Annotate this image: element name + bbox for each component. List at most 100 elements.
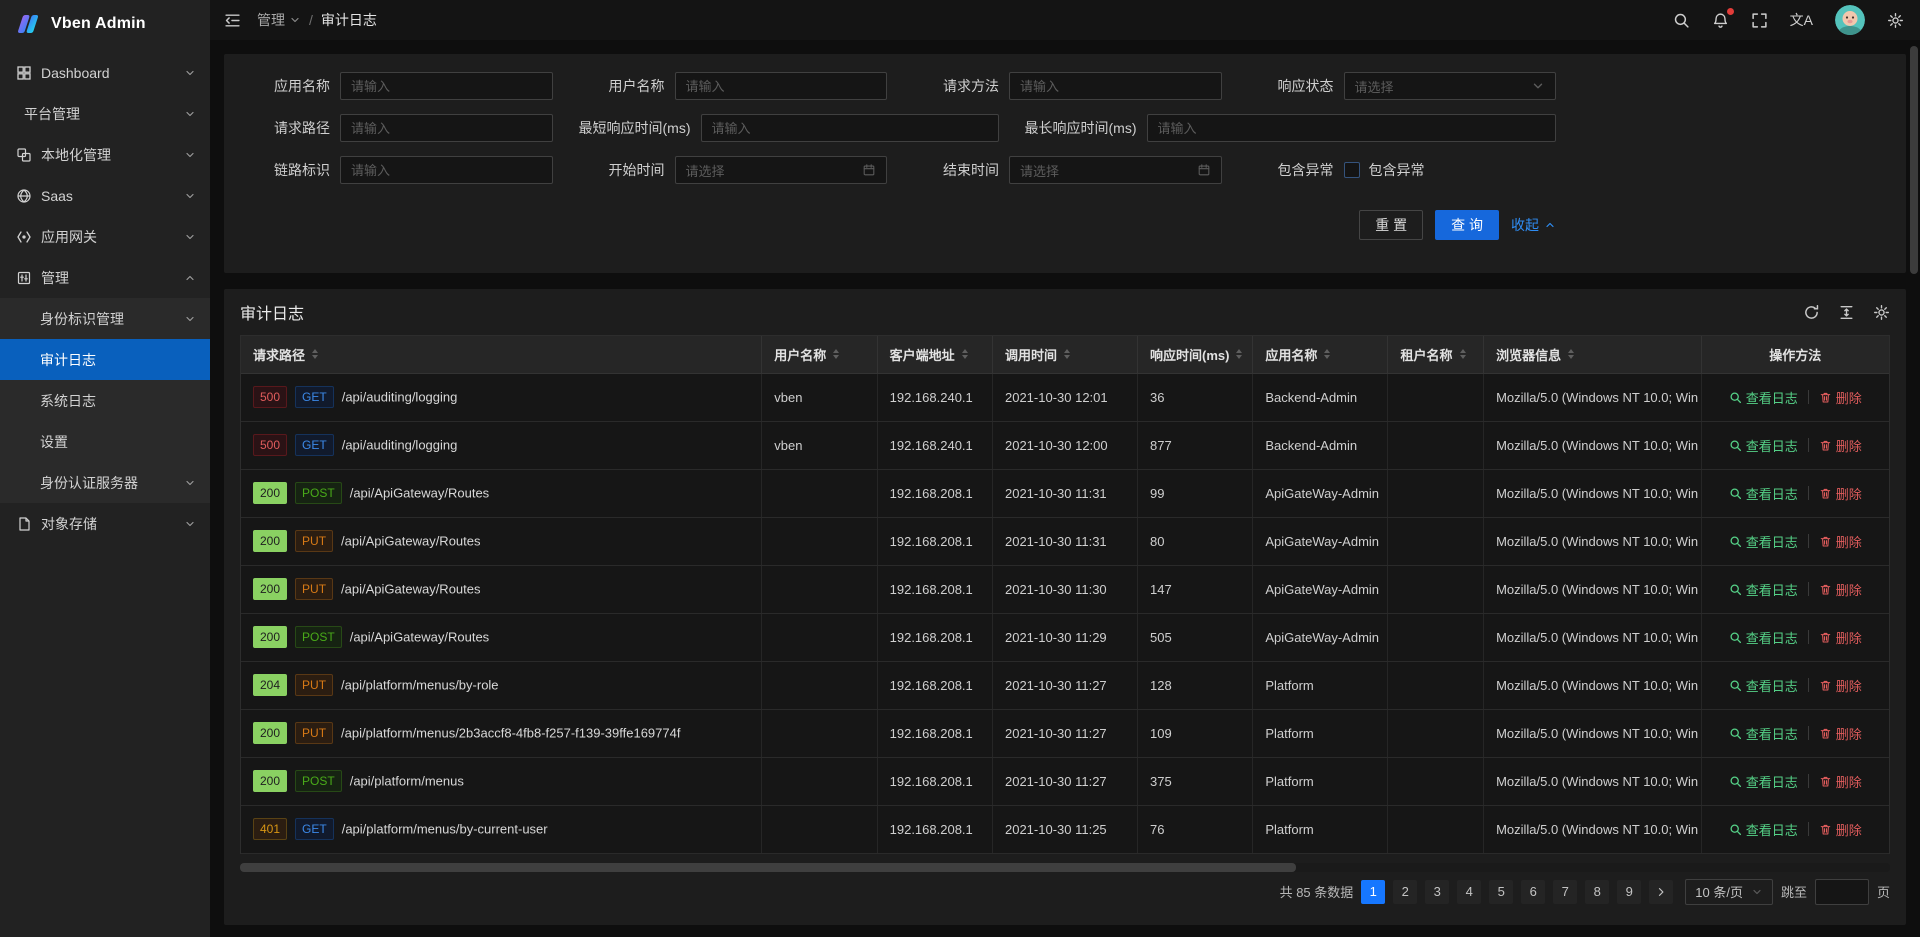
app-name-input[interactable] (340, 72, 553, 100)
column-header-8[interactable]: 浏览器信息 (1484, 336, 1702, 373)
page-button-4[interactable]: 4 (1457, 880, 1481, 904)
column-header-3[interactable]: 客户端地址 (877, 336, 992, 373)
sort-icon[interactable] (1568, 349, 1574, 359)
delete-button[interactable]: 删除 (1819, 628, 1862, 647)
sort-icon[interactable] (833, 349, 839, 359)
collapse-link[interactable]: 收起 (1511, 215, 1556, 235)
sort-icon[interactable] (312, 349, 318, 359)
brand[interactable]: Vben Admin (0, 0, 210, 48)
app-window: Vben Admin Dashboard平台管理本地化管理Saas应用网关管理身… (0, 0, 1920, 937)
column-header-2[interactable]: 用户名称 (762, 336, 877, 373)
fullscreen-icon[interactable] (1751, 12, 1768, 29)
sort-icon[interactable] (962, 349, 968, 359)
sort-icon[interactable] (1236, 349, 1242, 359)
column-header-1[interactable]: 请求路径 (241, 336, 762, 373)
view-log-button[interactable]: 查看日志 (1729, 484, 1798, 503)
page-button-6[interactable]: 6 (1521, 880, 1545, 904)
view-log-button[interactable]: 查看日志 (1729, 628, 1798, 647)
page-button-8[interactable]: 8 (1585, 880, 1609, 904)
delete-button[interactable]: 删除 (1819, 388, 1862, 407)
reset-button[interactable]: 重 置 (1359, 210, 1423, 240)
view-log-button[interactable]: 查看日志 (1729, 580, 1798, 599)
avatar[interactable] (1835, 5, 1865, 35)
column-settings-icon[interactable] (1873, 304, 1890, 321)
page-scrollbar[interactable] (1910, 46, 1918, 274)
page-button-7[interactable]: 7 (1553, 880, 1577, 904)
column-header-6[interactable]: 应用名称 (1253, 336, 1388, 373)
table-row: 500GET/api/auditing/loggingvben192.168.2… (241, 373, 1889, 421)
delete-button[interactable]: 删除 (1819, 724, 1862, 743)
query-button[interactable]: 查 询 (1435, 210, 1499, 240)
view-log-button[interactable]: 查看日志 (1729, 436, 1798, 455)
sidebar-item-管理[interactable]: 管理 (0, 257, 210, 298)
sidebar-item-平台管理[interactable]: 平台管理 (0, 93, 210, 134)
request-method-input[interactable] (1009, 72, 1222, 100)
sidebar-item-身份认证服务器[interactable]: 身份认证服务器 (0, 462, 210, 503)
delete-button[interactable]: 删除 (1819, 772, 1862, 791)
breadcrumb-root[interactable]: 管理 (257, 10, 301, 30)
start-time-picker[interactable]: 请选择 (675, 156, 888, 184)
page-button-1[interactable]: 1 (1361, 880, 1385, 904)
page-button-5[interactable]: 5 (1489, 880, 1513, 904)
view-log-button[interactable]: 查看日志 (1729, 532, 1798, 551)
sidebar-item-身份标识管理[interactable]: 身份标识管理 (0, 298, 210, 339)
end-time-picker[interactable]: 请选择 (1009, 156, 1222, 184)
sidebar-item-应用网关[interactable]: 应用网关 (0, 216, 210, 257)
column-header-7[interactable]: 租户名称 (1388, 336, 1484, 373)
request-path-input[interactable] (340, 114, 553, 142)
horizontal-scrollbar[interactable] (240, 863, 1890, 872)
horizontal-scrollbar-thumb[interactable] (240, 863, 1296, 872)
page-size-select[interactable]: 10 条/页 (1685, 879, 1773, 905)
sidebar-item-系统日志[interactable]: 系统日志 (0, 380, 210, 421)
page-button-2[interactable]: 2 (1393, 880, 1417, 904)
has-exception-checkbox[interactable] (1344, 162, 1360, 178)
sidebar-item-对象存储[interactable]: 对象存储 (0, 503, 210, 544)
user-name-input[interactable] (675, 72, 888, 100)
row-height-icon[interactable] (1838, 304, 1855, 321)
sidebar-item-审计日志[interactable]: 审计日志 (0, 339, 210, 380)
sidebar-item-Dashboard[interactable]: Dashboard (0, 52, 210, 93)
refresh-icon[interactable] (1803, 304, 1820, 321)
next-page-button[interactable] (1649, 880, 1673, 904)
delete-button[interactable]: 删除 (1819, 436, 1862, 455)
translate-icon[interactable]: 文A (1790, 13, 1813, 27)
sort-icon[interactable] (1064, 349, 1070, 359)
delete-button[interactable]: 删除 (1819, 580, 1862, 599)
page-button-3[interactable]: 3 (1425, 880, 1449, 904)
search-icon[interactable] (1673, 12, 1690, 29)
page-button-9[interactable]: 9 (1617, 880, 1641, 904)
column-header-5[interactable]: 响应时间(ms) (1138, 336, 1253, 373)
sidebar-item-本地化管理[interactable]: 本地化管理 (0, 134, 210, 175)
sidebar-item-设置[interactable]: 设置 (0, 421, 210, 462)
delete-button[interactable]: 删除 (1819, 532, 1862, 551)
jump-page-input[interactable] (1815, 879, 1869, 905)
view-log-button[interactable]: 查看日志 (1729, 724, 1798, 743)
view-log-button[interactable]: 查看日志 (1729, 772, 1798, 791)
cell-time: 2021-10-30 12:01 (992, 373, 1137, 421)
sort-icon[interactable] (1460, 349, 1466, 359)
trace-id-input[interactable] (340, 156, 553, 184)
delete-button[interactable]: 删除 (1819, 484, 1862, 503)
settings-gear-icon[interactable] (1887, 12, 1904, 29)
sidebar-item-label: 审计日志 (40, 350, 196, 370)
view-log-button[interactable]: 查看日志 (1729, 820, 1798, 839)
max-response-time-input[interactable] (1147, 114, 1557, 142)
min-response-time-input[interactable] (701, 114, 999, 142)
notification-bell-icon[interactable] (1712, 12, 1729, 29)
method-badge: PUT (295, 530, 333, 552)
sidebar-item-label: 管理 (41, 268, 184, 288)
delete-button[interactable]: 删除 (1819, 676, 1862, 695)
table-body: 500GET/api/auditing/loggingvben192.168.2… (241, 373, 1889, 853)
max-response-time-label: 最长响应时间(ms) (1025, 118, 1147, 138)
view-log-button[interactable]: 查看日志 (1729, 388, 1798, 407)
view-log-button[interactable]: 查看日志 (1729, 676, 1798, 695)
cell-actions: 查看日志 删除 (1701, 421, 1889, 469)
method-badge: PUT (295, 674, 333, 696)
delete-button[interactable]: 删除 (1819, 820, 1862, 839)
method-badge: POST (295, 626, 342, 648)
sidebar-item-Saas[interactable]: Saas (0, 175, 210, 216)
sort-icon[interactable] (1324, 349, 1330, 359)
column-header-4[interactable]: 调用时间 (992, 336, 1137, 373)
menu-fold-icon[interactable] (224, 12, 241, 29)
response-status-select[interactable]: 请选择 (1344, 72, 1557, 100)
